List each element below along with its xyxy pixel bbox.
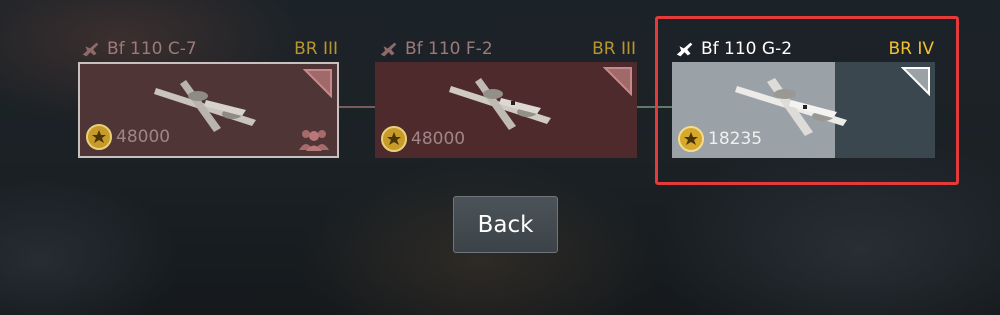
silver-lions-icon: [381, 126, 407, 152]
vehicle-cost: 18235: [678, 126, 762, 152]
tree-connector: [339, 106, 375, 108]
vehicle-card-bf110f2[interactable]: 48000: [375, 62, 637, 158]
fighter-plane-icon: [380, 42, 397, 57]
fighter-plane-icon: [676, 42, 693, 57]
fighter-plane-icon: [82, 42, 99, 57]
vehicle-card-bf110c7[interactable]: 48000: [78, 62, 339, 158]
vehicle-card-bf110g2[interactable]: 18235: [672, 62, 935, 158]
vehicle-name: Bf 110 C-7: [107, 39, 197, 59]
vehicle-name: Bf 110 G-2: [701, 39, 793, 59]
vehicle-header-bf110c7: Bf 110 C-7 BR III: [80, 38, 338, 60]
crew-icon: [299, 130, 329, 151]
battle-rating: BR III: [592, 39, 636, 59]
vehicle-header-bf110g2: Bf 110 G-2 BR IV: [674, 38, 934, 60]
silver-lions-icon: [86, 124, 112, 150]
battle-rating: BR IV: [888, 39, 934, 59]
cost-value: 48000: [411, 129, 466, 149]
rank-triangle-icon: [603, 67, 632, 96]
battle-rating: BR III: [294, 39, 338, 59]
vehicle-cost: 48000: [381, 126, 465, 152]
vehicle-cost: 48000: [86, 124, 170, 150]
vehicle-name: Bf 110 F-2: [405, 39, 493, 59]
silver-lions-icon: [678, 126, 704, 152]
rank-triangle-icon: [303, 69, 332, 98]
vehicle-header-bf110f2: Bf 110 F-2 BR III: [378, 38, 636, 60]
cost-value: 48000: [116, 127, 171, 147]
cost-value: 18235: [708, 129, 763, 149]
rank-triangle-icon: [901, 67, 930, 96]
back-button[interactable]: Back: [453, 196, 558, 253]
